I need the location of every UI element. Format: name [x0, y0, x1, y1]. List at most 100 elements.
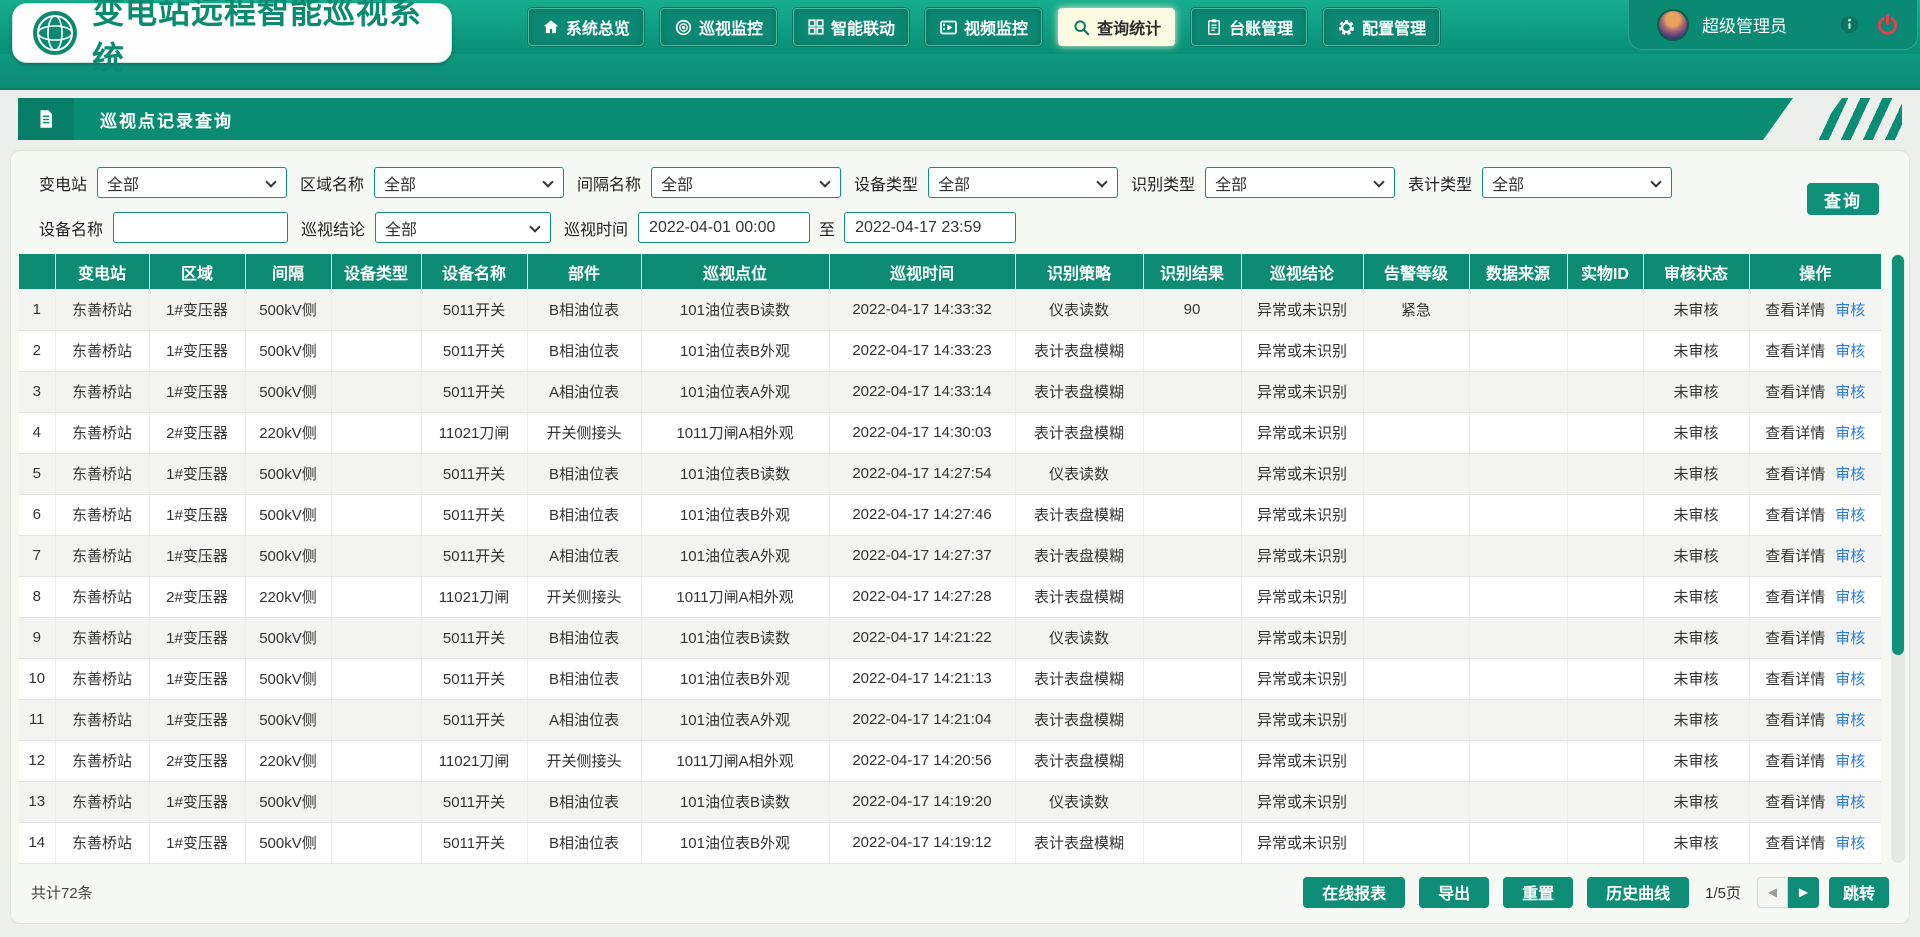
- audit-link[interactable]: 审核: [1835, 343, 1865, 360]
- cell-bay: 500kV侧: [245, 330, 331, 371]
- cell-alarm: [1363, 330, 1469, 371]
- cell-point: 101油位表B读数: [641, 289, 829, 330]
- cell-station: 东善桥站: [55, 289, 149, 330]
- station-filter: 变电站全部: [39, 167, 287, 198]
- audit-link[interactable]: 审核: [1835, 794, 1865, 811]
- view-detail-link[interactable]: 查看详情: [1765, 753, 1825, 770]
- nav-query-statistics-button[interactable]: 查询统计: [1058, 8, 1175, 46]
- export-button[interactable]: 导出: [1419, 877, 1489, 908]
- view-detail-link[interactable]: 查看详情: [1765, 794, 1825, 811]
- patrol-time-to-input[interactable]: 2022-04-17 23:59: [844, 212, 1016, 243]
- cell-alarm: [1363, 658, 1469, 699]
- audit-link[interactable]: 审核: [1835, 630, 1865, 647]
- cell-dev_type: [331, 617, 421, 658]
- audit-link[interactable]: 审核: [1835, 753, 1865, 770]
- cell-source: [1469, 740, 1567, 781]
- cell-strategy: 表计表盘模糊: [1015, 494, 1143, 535]
- nav-patrol-monitor-button[interactable]: 巡视监控: [660, 8, 777, 46]
- audit-link[interactable]: 审核: [1835, 466, 1865, 483]
- table-header-cell: 变电站: [55, 254, 149, 289]
- table-scrollbar-thumb[interactable]: [1892, 255, 1904, 655]
- cell-time: 2022-04-17 14:33:32: [829, 289, 1015, 330]
- view-detail-link[interactable]: 查看详情: [1765, 548, 1825, 565]
- audit-link[interactable]: 审核: [1835, 712, 1865, 729]
- power-icon[interactable]: [1876, 13, 1899, 36]
- table-header-cell: 操作: [1749, 254, 1881, 289]
- next-page-button[interactable]: ▶: [1788, 877, 1819, 908]
- cell-point: 101油位表A外观: [641, 371, 829, 412]
- view-detail-link[interactable]: 查看详情: [1765, 507, 1825, 524]
- nav-system-overview-button[interactable]: 系统总览: [528, 8, 644, 46]
- cell-source: [1469, 617, 1567, 658]
- chevron-down-icon: [1373, 176, 1384, 187]
- device-type-select[interactable]: 全部: [928, 167, 1118, 198]
- cell-actions: 查看详情审核: [1749, 494, 1881, 535]
- cell-station: 东善桥站: [55, 330, 149, 371]
- view-detail-link[interactable]: 查看详情: [1765, 671, 1825, 688]
- view-detail-link[interactable]: 查看详情: [1765, 425, 1825, 442]
- meter-type-select[interactable]: 全部: [1482, 167, 1672, 198]
- cell-dev_type: [331, 740, 421, 781]
- cell-dev_type: [331, 289, 421, 330]
- history-curve-button[interactable]: 历史曲线: [1587, 877, 1689, 908]
- cell-part: B相油位表: [527, 781, 641, 822]
- nav-smart-linkage-button[interactable]: 智能联动: [793, 8, 909, 46]
- monitor-eye-icon: [674, 18, 693, 37]
- recognition-type-select[interactable]: 全部: [1205, 167, 1395, 198]
- view-detail-link[interactable]: 查看详情: [1765, 630, 1825, 647]
- cell-station: 东善桥站: [55, 617, 149, 658]
- audit-link[interactable]: 审核: [1835, 589, 1865, 606]
- bay-name-select[interactable]: 全部: [651, 167, 841, 198]
- view-detail-link[interactable]: 查看详情: [1765, 712, 1825, 729]
- cell-no: 2: [19, 330, 55, 371]
- patrol-time-from-input[interactable]: 2022-04-01 00:00: [638, 212, 810, 243]
- view-detail-link[interactable]: 查看详情: [1765, 343, 1825, 360]
- cell-physical_id: [1567, 781, 1643, 822]
- cell-time: 2022-04-17 14:27:54: [829, 453, 1015, 494]
- cell-area: 1#变压器: [149, 617, 245, 658]
- cell-strategy: 表计表盘模糊: [1015, 412, 1143, 453]
- avatar[interactable]: [1657, 9, 1689, 41]
- cell-part: A相油位表: [527, 699, 641, 740]
- audit-link[interactable]: 审核: [1835, 671, 1865, 688]
- prev-page-button[interactable]: ◀: [1757, 877, 1788, 908]
- cell-area: 1#变压器: [149, 371, 245, 412]
- view-detail-link[interactable]: 查看详情: [1765, 835, 1825, 852]
- audit-link[interactable]: 审核: [1835, 302, 1865, 319]
- audit-link[interactable]: 审核: [1835, 384, 1865, 401]
- reset-button[interactable]: 重置: [1503, 877, 1573, 908]
- area-name-select[interactable]: 全部: [374, 167, 564, 198]
- device-name-input[interactable]: [113, 212, 288, 243]
- audit-link[interactable]: 审核: [1835, 507, 1865, 524]
- cell-bay: 500kV侧: [245, 822, 331, 863]
- table-row: 11东善桥站1#变压器500kV侧5011开关A相油位表101油位表A外观202…: [19, 699, 1881, 740]
- table-header-cell: 识别策略: [1015, 254, 1143, 289]
- view-detail-link[interactable]: 查看详情: [1765, 466, 1825, 483]
- nav-video-monitor-button[interactable]: 视频监控: [925, 8, 1042, 46]
- cell-conclusion: 异常或未识别: [1241, 781, 1363, 822]
- view-detail-link[interactable]: 查看详情: [1765, 302, 1825, 319]
- chevron-down-icon: [1650, 176, 1661, 187]
- nav-ledger-management-button[interactable]: 台账管理: [1191, 8, 1307, 46]
- cell-actions: 查看详情审核: [1749, 576, 1881, 617]
- info-icon[interactable]: [1839, 14, 1860, 35]
- audit-link[interactable]: 审核: [1835, 548, 1865, 565]
- cell-station: 东善桥站: [55, 371, 149, 412]
- online-report-button[interactable]: 在线报表: [1303, 877, 1405, 908]
- table-scrollbar[interactable]: [1891, 254, 1905, 863]
- cell-dev_name: 5011开关: [421, 371, 527, 412]
- patrol-conclusion-select[interactable]: 全部: [375, 212, 551, 243]
- station-select[interactable]: 全部: [97, 167, 287, 198]
- jump-page-button[interactable]: 跳转: [1829, 877, 1889, 908]
- query-button[interactable]: 查询: [1807, 183, 1879, 215]
- audit-link[interactable]: 审核: [1835, 835, 1865, 852]
- nav-config-management-button[interactable]: 配置管理: [1323, 8, 1440, 46]
- cell-point: 101油位表B外观: [641, 494, 829, 535]
- cell-no: 13: [19, 781, 55, 822]
- audit-link[interactable]: 审核: [1835, 425, 1865, 442]
- view-detail-link[interactable]: 查看详情: [1765, 589, 1825, 606]
- view-detail-link[interactable]: 查看详情: [1765, 384, 1825, 401]
- cell-actions: 查看详情审核: [1749, 371, 1881, 412]
- cell-source: [1469, 576, 1567, 617]
- cell-bay: 500kV侧: [245, 371, 331, 412]
